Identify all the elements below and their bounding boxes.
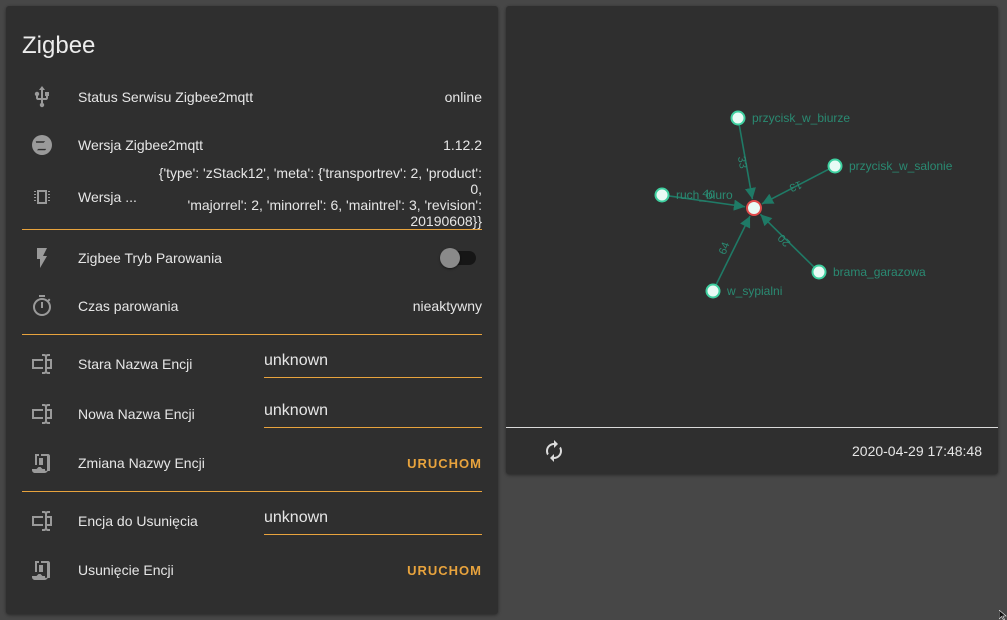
chip-icon (22, 185, 62, 209)
old-entity-name-label: Stara Nazwa Encji (78, 356, 193, 372)
toggle-thumb (440, 248, 460, 268)
link-quality-przycisk_w_biurze: 33 (735, 155, 749, 169)
remove-entity-label: Usunięcie Encji (78, 562, 174, 578)
device-node-brama_garazowa[interactable] (811, 264, 827, 280)
entity-to-remove-label: Encja do Usunięcia (78, 513, 198, 529)
node-label-brama_garazowa: brama_garazowa (833, 265, 926, 279)
node-label-przycisk_w_biurze: przycisk_w_biurze (752, 111, 850, 125)
usb-plug-icon (22, 85, 62, 109)
zigbee-logo-icon (22, 133, 62, 157)
coordinator-version-value: {'type': 'zStack12', 'meta': {'transport… (147, 165, 482, 229)
row-rename-entity: Zmiana Nazwy Encji URUCHOM (22, 443, 482, 483)
footer-divider (506, 427, 998, 428)
network-graph[interactable]: 3313402064 przycisk_w_biurzeprzycisk_w_s… (506, 6, 998, 426)
entity-to-remove-input[interactable]: unknown (264, 507, 482, 535)
device-node-przycisk_w_salonie[interactable] (827, 158, 843, 174)
form-textbox-icon (22, 402, 62, 426)
version-label: Wersja Zigbee2mqtt (78, 137, 204, 153)
refresh-icon[interactable] (542, 439, 566, 463)
pairing-time-value: nieaktywny (412, 298, 482, 314)
device-node-przycisk_w_biurze[interactable] (730, 110, 746, 126)
script-icon (22, 558, 62, 582)
node-label-ruch_biuro: ruch_biuro (676, 188, 733, 202)
pairing-mode-toggle[interactable] (440, 248, 476, 268)
row-coordinator-version[interactable]: Wersja ... {'type': 'zStack12', 'meta': … (22, 165, 482, 229)
zigbee-network-map-card: 33 13 40 20 64 przycisk_w_biurze przycisk_w_s… (506, 6, 998, 474)
row-version[interactable]: Wersja Zigbee2mqtt 1.12.2 (22, 125, 482, 165)
service-status-value: online (444, 89, 482, 105)
device-node-ruch_biuro[interactable] (654, 187, 670, 203)
section-divider (22, 491, 482, 492)
pairing-mode-label: Zigbee Tryb Parowania (78, 250, 222, 266)
version-value: 1.12.2 (443, 137, 482, 153)
coordinator-version-line-2: 'majorrel': 2, 'minorrel': 6, 'maintrel'… (187, 197, 482, 213)
flash-icon (22, 246, 62, 270)
node-label-w_sypialni: w_sypialni (726, 284, 782, 298)
section-divider (22, 334, 482, 335)
coordinator-node[interactable] (746, 200, 762, 216)
device-node-w_sypialni[interactable] (705, 283, 721, 299)
row-pairing-mode[interactable]: Zigbee Tryb Parowania (22, 238, 482, 278)
script-icon (22, 451, 62, 475)
new-entity-name-label: Nowa Nazwa Encji (78, 406, 195, 422)
row-pairing-time[interactable]: Czas parowania nieaktywny (22, 286, 482, 326)
new-entity-name-input[interactable]: unknown (264, 400, 482, 428)
row-remove-entity: Usunięcie Encji URUCHOM (22, 550, 482, 590)
link-quality-przycisk_w_salonie: 13 (788, 178, 804, 193)
zigbee-entities-card: Zigbee Status Serwisu Zigbee2mqtt online… (6, 6, 498, 614)
link-quality-brama_garazowa: 20 (776, 232, 793, 249)
row-service-status[interactable]: Status Serwisu Zigbee2mqtt online (22, 77, 482, 117)
coordinator-version-line-1: {'type': 'zStack12', 'meta': {'transport… (158, 165, 482, 197)
node-label-przycisk_w_salonie: przycisk_w_salonie (849, 159, 953, 173)
timer-icon (22, 294, 62, 318)
form-textbox-icon (22, 352, 62, 376)
section-divider (22, 229, 482, 230)
link-quality-w_sypialni: 64 (717, 241, 732, 257)
pairing-time-label: Czas parowania (78, 298, 179, 314)
rename-run-button[interactable]: URUCHOM (407, 450, 482, 477)
old-entity-name-input[interactable]: unknown (264, 350, 482, 378)
service-status-label: Status Serwisu Zigbee2mqtt (78, 89, 254, 105)
card-title: Zigbee (22, 32, 96, 59)
last-update-timestamp: 2020-04-29 17:48:48 (852, 443, 982, 459)
form-textbox-icon (22, 509, 62, 533)
coordinator-version-label: Wersja ... (78, 189, 137, 205)
mouse-cursor-icon (999, 610, 1007, 620)
remove-run-button[interactable]: URUCHOM (407, 557, 482, 584)
coordinator-version-line-3: 20190608}} (410, 213, 482, 229)
rename-entity-label: Zmiana Nazwy Encji (78, 455, 205, 471)
